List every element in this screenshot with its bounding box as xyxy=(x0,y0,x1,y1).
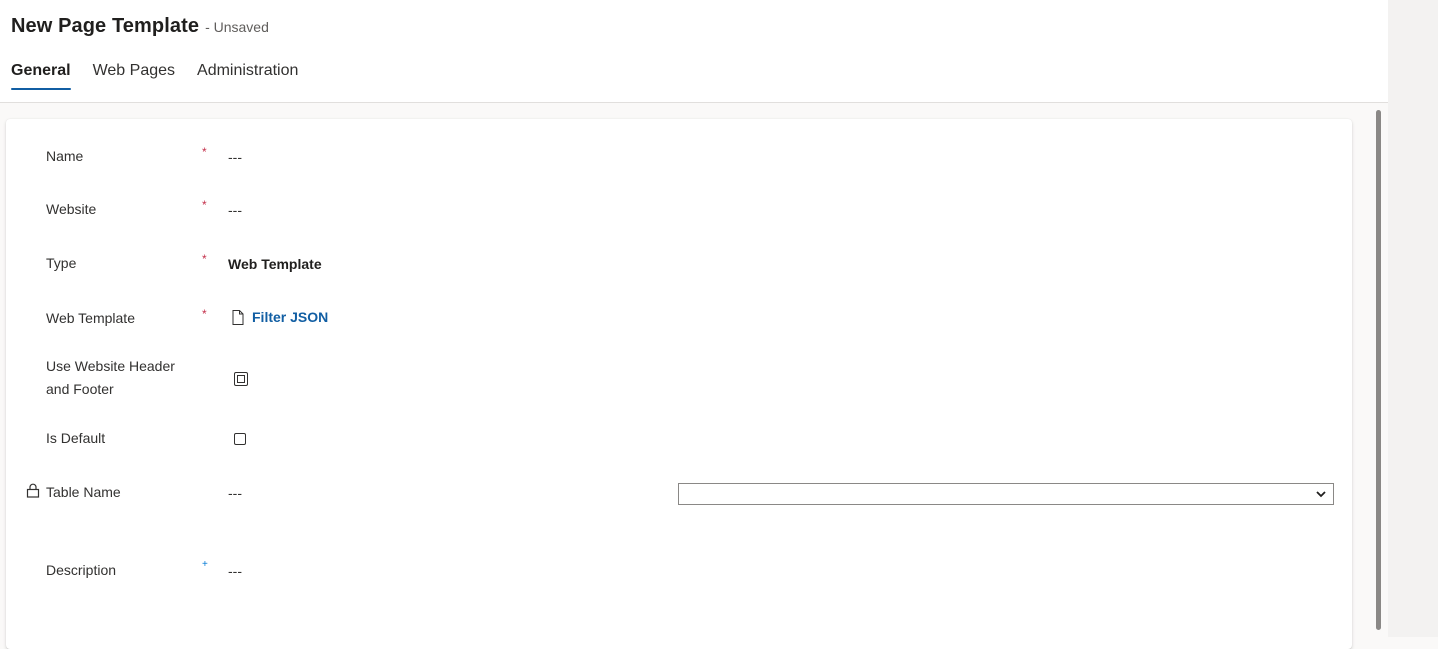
table-name-select[interactable] xyxy=(678,483,1334,505)
table-name-label: Table Name xyxy=(46,484,121,500)
name-value[interactable]: --- xyxy=(228,149,242,165)
recommended-marker: + xyxy=(202,559,208,570)
document-icon xyxy=(232,309,244,325)
save-status: - Unsaved xyxy=(205,19,269,35)
website-value[interactable]: --- xyxy=(228,202,242,218)
web-template-label: Web Template xyxy=(46,310,135,326)
description-label: Description xyxy=(46,562,117,578)
title-row: New Page Template - Unsaved xyxy=(11,15,269,38)
page-title: New Page Template xyxy=(11,15,200,37)
chevron-down-icon xyxy=(1316,491,1326,498)
tab-bar: General Web Pages Administration xyxy=(11,62,320,90)
table-name-value: --- xyxy=(228,485,242,501)
general-section: Name * --- Website * --- Type * Web Temp… xyxy=(6,119,1352,649)
type-label: Type xyxy=(46,255,77,271)
description-value[interactable]: --- xyxy=(228,563,242,579)
form-header: New Page Template - Unsaved General Web … xyxy=(0,0,1388,103)
required-marker: * xyxy=(202,145,207,159)
lock-icon xyxy=(26,483,40,498)
type-value[interactable]: Web Template xyxy=(228,256,322,272)
is-default-checkbox[interactable] xyxy=(234,433,246,445)
use-header-footer-checkbox[interactable] xyxy=(234,372,248,386)
use-header-footer-label-line1: Use Website Header xyxy=(46,358,175,374)
tab-administration[interactable]: Administration xyxy=(197,62,298,88)
is-default-label: Is Default xyxy=(46,430,106,446)
required-marker: * xyxy=(202,252,207,266)
website-label: Website xyxy=(46,201,97,217)
tab-general[interactable]: General xyxy=(11,62,71,90)
vertical-scrollbar[interactable] xyxy=(1376,110,1381,630)
required-marker: * xyxy=(202,198,207,212)
web-template-link[interactable]: Filter JSON xyxy=(252,309,328,325)
side-pane xyxy=(1388,0,1438,637)
use-header-footer-label-line2: and Footer xyxy=(46,381,114,397)
tab-web-pages[interactable]: Web Pages xyxy=(93,62,175,88)
name-label: Name xyxy=(46,148,84,164)
web-template-lookup[interactable]: Filter JSON xyxy=(232,309,328,325)
required-marker: * xyxy=(202,307,207,321)
